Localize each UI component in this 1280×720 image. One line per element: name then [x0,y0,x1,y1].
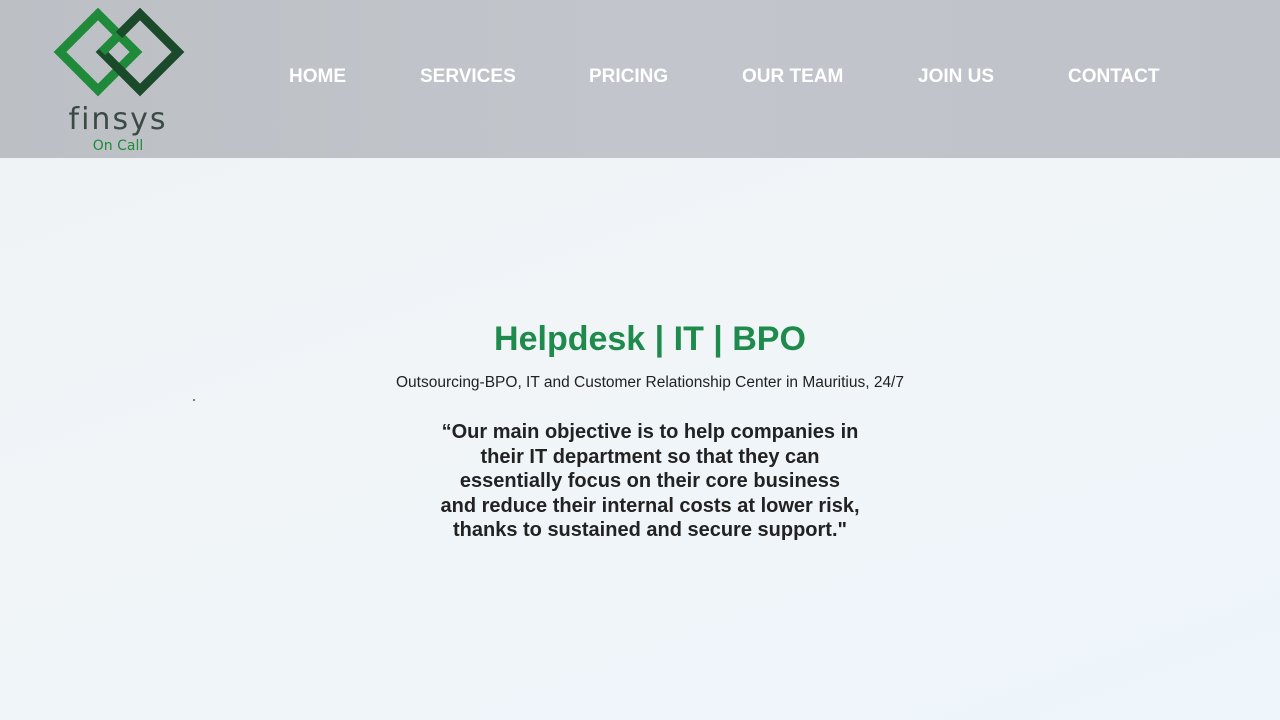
decorative-dot [193,399,195,401]
nav-item-join-us[interactable]: JOIN US [918,66,994,88]
nav-item-pricing[interactable]: PRICING [589,66,668,88]
hero-quote: “Our main objective is to help companies… [400,420,900,543]
hero-title: Helpdesk | IT | BPO [494,320,806,358]
nav-item-contact[interactable]: CONTACT [1068,66,1159,88]
quote-line: essentially focus on their core business [459,470,841,492]
interlocked-diamonds-logo-icon [53,8,185,97]
nav-item-our-team[interactable]: OUR TEAM [742,66,843,88]
brand-tagline: On Call [92,138,144,154]
hero-subtitle: Outsourcing-BPO, IT and Customer Relatio… [395,374,904,391]
quote-line: thanks to sustained and secure support." [452,519,847,541]
site-header: finsys On Call HOME SERVICES PRICING OUR… [0,0,1280,158]
quote-line: their IT department so that they can [480,445,820,468]
nav-item-services[interactable]: SERVICES [420,66,516,88]
quote-line: and reduce their internal costs at lower… [440,494,860,517]
nav-item-home[interactable]: HOME [289,66,346,88]
site-logo[interactable]: finsys On Call [50,6,190,156]
quote-line: “Our main objective is to help companies… [441,421,859,443]
brand-name: finsys [68,102,168,137]
